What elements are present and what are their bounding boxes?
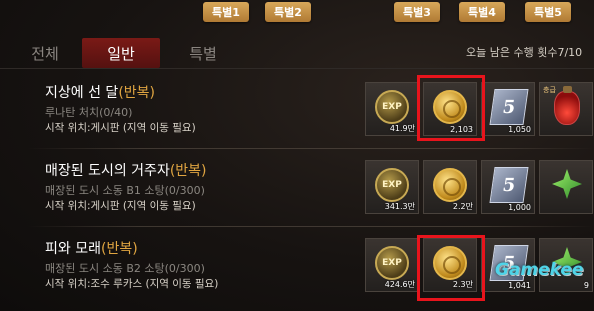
reward-amount: 1,050	[508, 125, 531, 134]
reward-exp[interactable]: EXP 341.3만	[365, 160, 419, 214]
special-badge-4[interactable]: 특별4	[459, 2, 505, 22]
quest-title: 매장된 도시의 거주자(반복)	[45, 160, 207, 180]
quest-row[interactable]: 지상에 선 달(반복) 루나탄 처치(0/40) 시작 위치:게시판 (지역 이…	[0, 76, 594, 148]
tab-divider	[0, 68, 594, 69]
quest-start-location: 시작 위치:게시판 (지역 이동 필요)	[45, 122, 196, 134]
quest-name: 피와 모래	[45, 241, 101, 257]
remaining-count: 오늘 남은 수행 횟수7/10	[466, 46, 583, 59]
quest-progress: 매장된 도시 소동 B1 소탕(0/300)	[45, 184, 205, 197]
reward-amount: 424.6만	[384, 280, 415, 289]
row-divider	[28, 226, 594, 227]
quest-title: 지상에 선 달(반복)	[45, 82, 155, 102]
reward-item[interactable]: 충급	[539, 82, 593, 136]
crystal-icon	[552, 169, 582, 199]
repeat-tag: (반복)	[169, 163, 207, 179]
reward-item[interactable]	[539, 160, 593, 214]
gold-coin-icon	[433, 168, 467, 202]
quest-row[interactable]: 매장된 도시의 거주자(반복) 매장된 도시 소동 B1 소탕(0/300) 시…	[0, 154, 594, 226]
reward-amount: 341.3만	[384, 202, 415, 211]
reward-exp[interactable]: EXP 41.9만	[365, 82, 419, 136]
watermark-logo: Gamekee	[495, 260, 584, 280]
reward-book[interactable]: 5 1,050	[481, 82, 535, 136]
tab-all[interactable]: 전체	[20, 38, 70, 68]
exp-icon: EXP	[375, 90, 409, 124]
reward-amount: 2.2만	[452, 202, 473, 211]
item-grade-tag: 충급	[543, 86, 556, 94]
special-badge-2[interactable]: 특별2	[265, 2, 311, 22]
exp-icon: EXP	[375, 168, 409, 202]
quest-title: 피와 모래(반복)	[45, 238, 138, 258]
highlight-box	[417, 235, 485, 301]
exp-icon: EXP	[375, 246, 409, 280]
quest-start-location: 시작 위치:조수 루카스 (지역 이동 필요)	[45, 278, 219, 290]
row-divider	[28, 148, 594, 149]
reward-exp[interactable]: EXP 424.6만	[365, 238, 419, 292]
special-badges: 특별1 특별2 특별3 특별4 특별5	[0, 0, 594, 26]
quest-start-location: 시작 위치:게시판 (지역 이동 필요)	[45, 200, 196, 212]
special-badge-5[interactable]: 특별5	[525, 2, 571, 22]
special-badge-3[interactable]: 특별3	[394, 2, 440, 22]
reward-amount: 41.9만	[389, 124, 415, 133]
repeat-tag: (반복)	[118, 85, 155, 101]
quest-name: 지상에 선 달	[45, 85, 119, 101]
quest-progress: 루나탄 처치(0/40)	[45, 106, 133, 119]
highlight-box	[417, 75, 485, 141]
special-badge-1[interactable]: 특별1	[203, 2, 249, 22]
tab-normal[interactable]: 일반	[82, 38, 160, 68]
book-icon: 5	[489, 167, 529, 203]
reward-amount: 1,000	[508, 203, 531, 212]
reward-amount: 9	[583, 281, 589, 290]
reward-book[interactable]: 5 1,000	[481, 160, 535, 214]
book-icon: 5	[489, 89, 529, 125]
reward-amount: 1,041	[508, 281, 531, 290]
repeat-tag: (반복)	[100, 241, 138, 257]
reward-gold[interactable]: 2.2만	[423, 160, 477, 214]
tab-special[interactable]: 특별	[178, 38, 228, 68]
quest-name: 매장된 도시의 거주자	[45, 163, 170, 179]
quest-progress: 매장된 도시 소동 B2 소탕(0/300)	[45, 262, 205, 275]
potion-icon	[554, 86, 580, 125]
